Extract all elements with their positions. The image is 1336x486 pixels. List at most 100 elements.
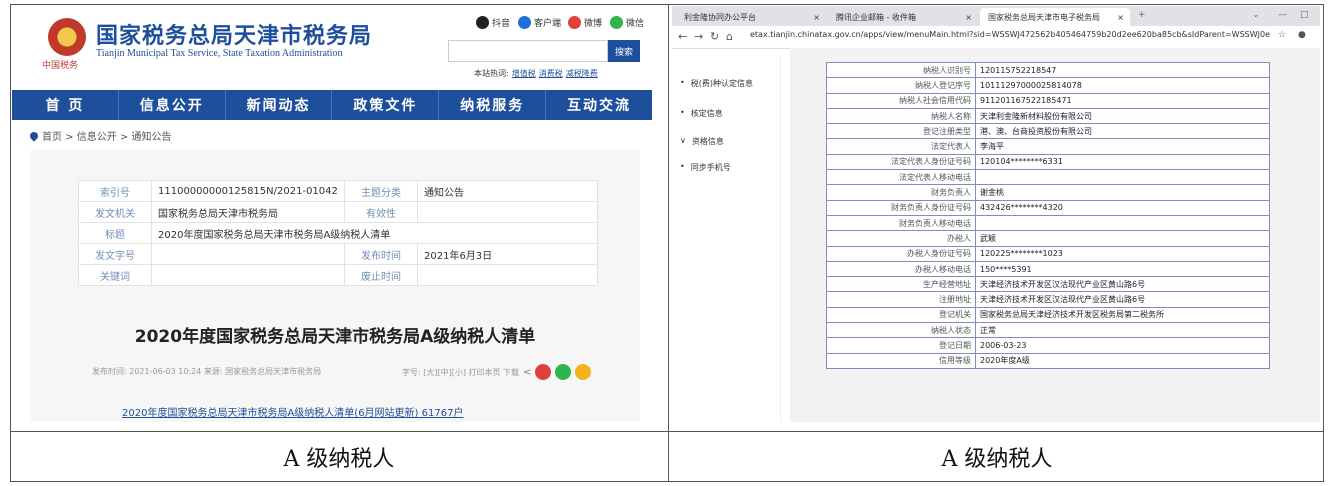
hot-word-link[interactable]: 消费税 — [539, 69, 563, 78]
hot-word-link[interactable]: 减税降费 — [566, 69, 598, 78]
nav-interaction[interactable]: 互动交流 — [546, 90, 652, 120]
wechat-share-icon[interactable] — [555, 364, 572, 380]
field-value: 国家税务总局天津经济技术开发区税务局第二税务所 — [975, 306, 1270, 324]
field-label: 信用等级 — [826, 352, 976, 369]
org-value: 国家税务总局天津市税务局 — [151, 201, 345, 223]
taxpayer-info-panel: 纳税人识别号 120115752218547 纳税人登记序号 101112970000… — [790, 48, 1320, 422]
taxpayer-info-row: 纳税人状态 正常 — [826, 322, 1270, 339]
reload-icon[interactable]: ↻ — [710, 30, 719, 43]
bookmark-star-icon[interactable]: ☆ — [1278, 30, 1286, 40]
url-field[interactable]: etax.tianjin.chinatax.gov.cn/apps/view/m… — [750, 30, 1270, 44]
sidebar-item-assessment[interactable]: • 核定信息 — [680, 108, 723, 119]
expire-label: 废止时间 — [344, 264, 418, 286]
field-value: 天津经济技术开发区汉沽现代产业区黄山路6号 — [975, 276, 1270, 293]
e-tax-browser-window: 利金隆协同办公平台 × 腾讯企业邮箱 - 收件箱 × 国家税务总局天津市电子税务局 ×… — [672, 6, 1320, 422]
field-value: 10111297000025814078 — [975, 77, 1270, 94]
taxpayer-info-row: 登记日期 2006-03-23 — [826, 337, 1270, 354]
douyin-icon — [476, 16, 489, 29]
douyin-link[interactable]: 抖音 — [476, 16, 510, 29]
sidebar-item-tax-type[interactable]: • 税(费)种认定信息 — [680, 78, 753, 89]
weibo-share-icon[interactable] — [535, 364, 552, 380]
field-label: 登记机关 — [826, 306, 976, 324]
publish-meta: 发布时间: 2021-06-03 10:24 来源: 国家税务总局天津市税务局 — [92, 367, 322, 376]
index-label: 索引号 — [78, 180, 152, 202]
browser-tab[interactable]: 利金隆协同办公平台 × — [676, 8, 826, 26]
taxpayer-info-row: 办税人 武颖 — [826, 230, 1270, 247]
nav-info-disclosure[interactable]: 信息公开 — [119, 90, 226, 120]
site-header: 中国税务 国家税务总局天津市税务局 Tianjin Municipal Tax … — [12, 6, 652, 78]
taxpayer-info-row: 注册地址 天津经济技术开发区汉沽现代产业区黄山路6号 — [826, 291, 1270, 308]
taxpayer-list-download-link[interactable]: 2020年度国家税务总局天津市税务局A级纳税人清单(6月网站更新) 61767户 — [122, 404, 463, 419]
browser-tab[interactable]: 腾讯企业邮箱 - 收件箱 × — [828, 8, 978, 26]
column-divider — [668, 5, 669, 481]
field-value: 天津利金隆新材料股份有限公司 — [975, 107, 1270, 125]
weibo-link[interactable]: 微博 — [568, 16, 602, 29]
taxpayer-info-row: 纳税人社会信用代码 911201167522185471 — [826, 92, 1270, 109]
field-label: 纳税人社会信用代码 — [826, 92, 976, 109]
search-input[interactable] — [448, 40, 608, 62]
field-value: 120115752218547 — [975, 61, 1270, 79]
nav-tax-service[interactable]: 纳税服务 — [439, 90, 547, 120]
field-label: 纳税人状态 — [826, 322, 976, 339]
topic-value: 通知公告 — [417, 180, 598, 202]
docno-value — [151, 243, 345, 265]
field-label: 财务负责人移动电话 — [826, 214, 976, 232]
field-value: 武颖 — [975, 230, 1270, 247]
favorite-icon[interactable] — [575, 364, 592, 380]
taxpayer-info-row: 法定代表人移动电话 — [826, 169, 1270, 186]
new-tab-icon[interactable]: + — [1138, 10, 1146, 20]
field-label: 法定代表人移动电话 — [826, 169, 976, 186]
taxpayer-info-row: 生产经营地址 天津经济技术开发区汉沽现代产业区黄山路6号 — [826, 276, 1270, 293]
main-nav: 首 页 信息公开 新闻动态 政策文件 纳税服务 互动交流 — [12, 90, 652, 120]
field-label: 财务负责人身份证号码 — [826, 199, 976, 216]
forward-icon[interactable]: → — [694, 30, 703, 43]
nav-home[interactable]: 首 页 — [12, 90, 119, 120]
profile-icon[interactable]: ● — [1298, 30, 1306, 40]
close-tab-icon[interactable]: × — [1117, 13, 1130, 22]
sidebar-item-sync-phone[interactable]: • 同步手机号 — [680, 162, 731, 173]
field-label: 办税人 — [826, 230, 976, 247]
search-button[interactable]: 搜索 — [608, 40, 640, 62]
field-value: 120225********1023 — [975, 245, 1270, 262]
field-value: 150****5391 — [975, 260, 1270, 278]
taxpayer-info-row: 财务负责人 谢金桃 — [826, 184, 1270, 201]
font-size-print-download[interactable]: 字号: [大][中][小] 打印本页 下载 — [402, 367, 519, 378]
field-value: 120104********6331 — [975, 153, 1270, 171]
browser-tab-active[interactable]: 国家税务总局天津市电子税务局 × — [980, 8, 1130, 26]
taxpayer-info-row: 纳税人登记序号 10111297000025814078 — [826, 77, 1270, 94]
wechat-icon — [610, 16, 623, 29]
title-value: 2020年度国家税务总局天津市税务局A级纳税人清单 — [151, 222, 598, 244]
close-tab-icon[interactable]: × — [965, 13, 978, 22]
share-icon[interactable]: < — [523, 367, 531, 378]
back-icon[interactable]: ← — [678, 30, 687, 43]
sidebar-item-qualification[interactable]: ∨ 资格信息 — [680, 136, 724, 147]
field-value: 2006-03-23 — [975, 337, 1270, 354]
wechat-link[interactable]: 微信 — [610, 16, 644, 29]
field-value: 天津经济技术开发区汉沽现代产业区黄山路6号 — [975, 291, 1270, 308]
keyword-value — [151, 264, 345, 286]
tax-bureau-notice-page: 中国税务 国家税务总局天津市税务局 Tianjin Municipal Tax … — [12, 6, 652, 422]
nav-policy[interactable]: 政策文件 — [332, 90, 440, 120]
site-title: 国家税务总局天津市税务局 — [96, 23, 373, 49]
close-tab-icon[interactable]: × — [813, 13, 826, 22]
maximize-icon[interactable]: □ — [1300, 10, 1309, 20]
org-label: 发文机关 — [78, 201, 152, 223]
taxpayer-info-table: 纳税人识别号 120115752218547 纳税人登记序号 101112970000… — [826, 61, 1270, 369]
taxpayer-info-row: 法定代表人身份证号码 120104********6331 — [826, 153, 1270, 171]
tax-emblem-icon — [48, 18, 86, 56]
field-label: 财务负责人 — [826, 184, 976, 201]
tab-dropdown-icon[interactable]: ⌄ — [1252, 10, 1260, 20]
hot-word-link[interactable]: 增值税 — [512, 69, 536, 78]
nav-news[interactable]: 新闻动态 — [226, 90, 333, 120]
emblem-caption: 中国税务 — [42, 61, 79, 71]
address-bar: ← → ↻ ⌂ etax.tianjin.chinatax.gov.cn/app… — [672, 26, 1320, 49]
taxpayer-info-row: 办税人身份证号码 120225********1023 — [826, 245, 1270, 262]
home-icon[interactable]: ⌂ — [726, 30, 733, 43]
minimize-icon[interactable]: — — [1278, 10, 1287, 20]
document-title: 2020年度国家税务总局天津市税务局A级纳税人清单 — [134, 327, 536, 347]
taxpayer-info-row: 纳税人识别号 120115752218547 — [826, 61, 1270, 79]
site-subtitle: Tianjin Municipal Tax Service, State Tax… — [96, 48, 343, 59]
app-client-link[interactable]: 客户端 — [518, 16, 561, 29]
field-label: 注册地址 — [826, 291, 976, 308]
field-label: 纳税人识别号 — [826, 61, 976, 79]
